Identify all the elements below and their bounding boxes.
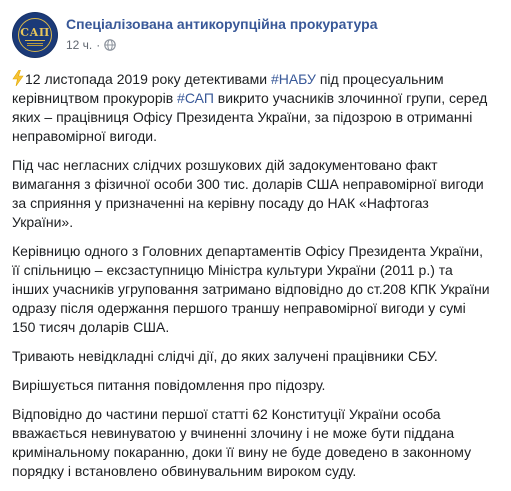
avatar-emblem: САП <box>18 18 52 52</box>
avatar-logo-text: САП <box>20 26 50 39</box>
post-meta: 12 ч. · <box>66 37 117 53</box>
post-body: 12 листопада 2019 року детективами #НАБУ… <box>12 70 490 491</box>
post-paragraph-5: Вирішується питання повідомлення про під… <box>12 377 326 393</box>
post-paragraph-1: 12 листопада 2019 року детективами #НАБУ… <box>12 70 490 146</box>
paragraph-1-text-a: 12 листопада 2019 року детективами <box>25 71 271 87</box>
globe-icon[interactable] <box>104 39 117 51</box>
post-timestamp[interactable]: 12 ч. <box>66 38 92 52</box>
facebook-post: САП Спеціалізована антикорупційна прокур… <box>0 0 511 479</box>
hashtag-sap[interactable]: #САП <box>177 90 214 106</box>
avatar-logo-lines <box>25 40 45 47</box>
page-avatar[interactable]: САП <box>12 12 58 58</box>
post-paragraph-6: Відповідно до частини першої статті 62 К… <box>12 406 472 479</box>
post-paragraph-3: Керівницю одного з Головних департаменті… <box>12 243 490 335</box>
post-paragraph-4: Тривають невідкладні слідчі дії, до яких… <box>12 348 438 364</box>
page-name-link[interactable]: Спеціалізована антикорупційна прокуратур… <box>66 15 378 33</box>
hashtag-nabu[interactable]: #НАБУ <box>271 71 316 87</box>
post-paragraph-2: Під час негласних слідчих розшукових дій… <box>12 157 484 230</box>
meta-separator: · <box>96 38 101 52</box>
lightning-bolt-icon <box>12 70 24 86</box>
post-header: САП Спеціалізована антикорупційна прокур… <box>12 12 499 60</box>
